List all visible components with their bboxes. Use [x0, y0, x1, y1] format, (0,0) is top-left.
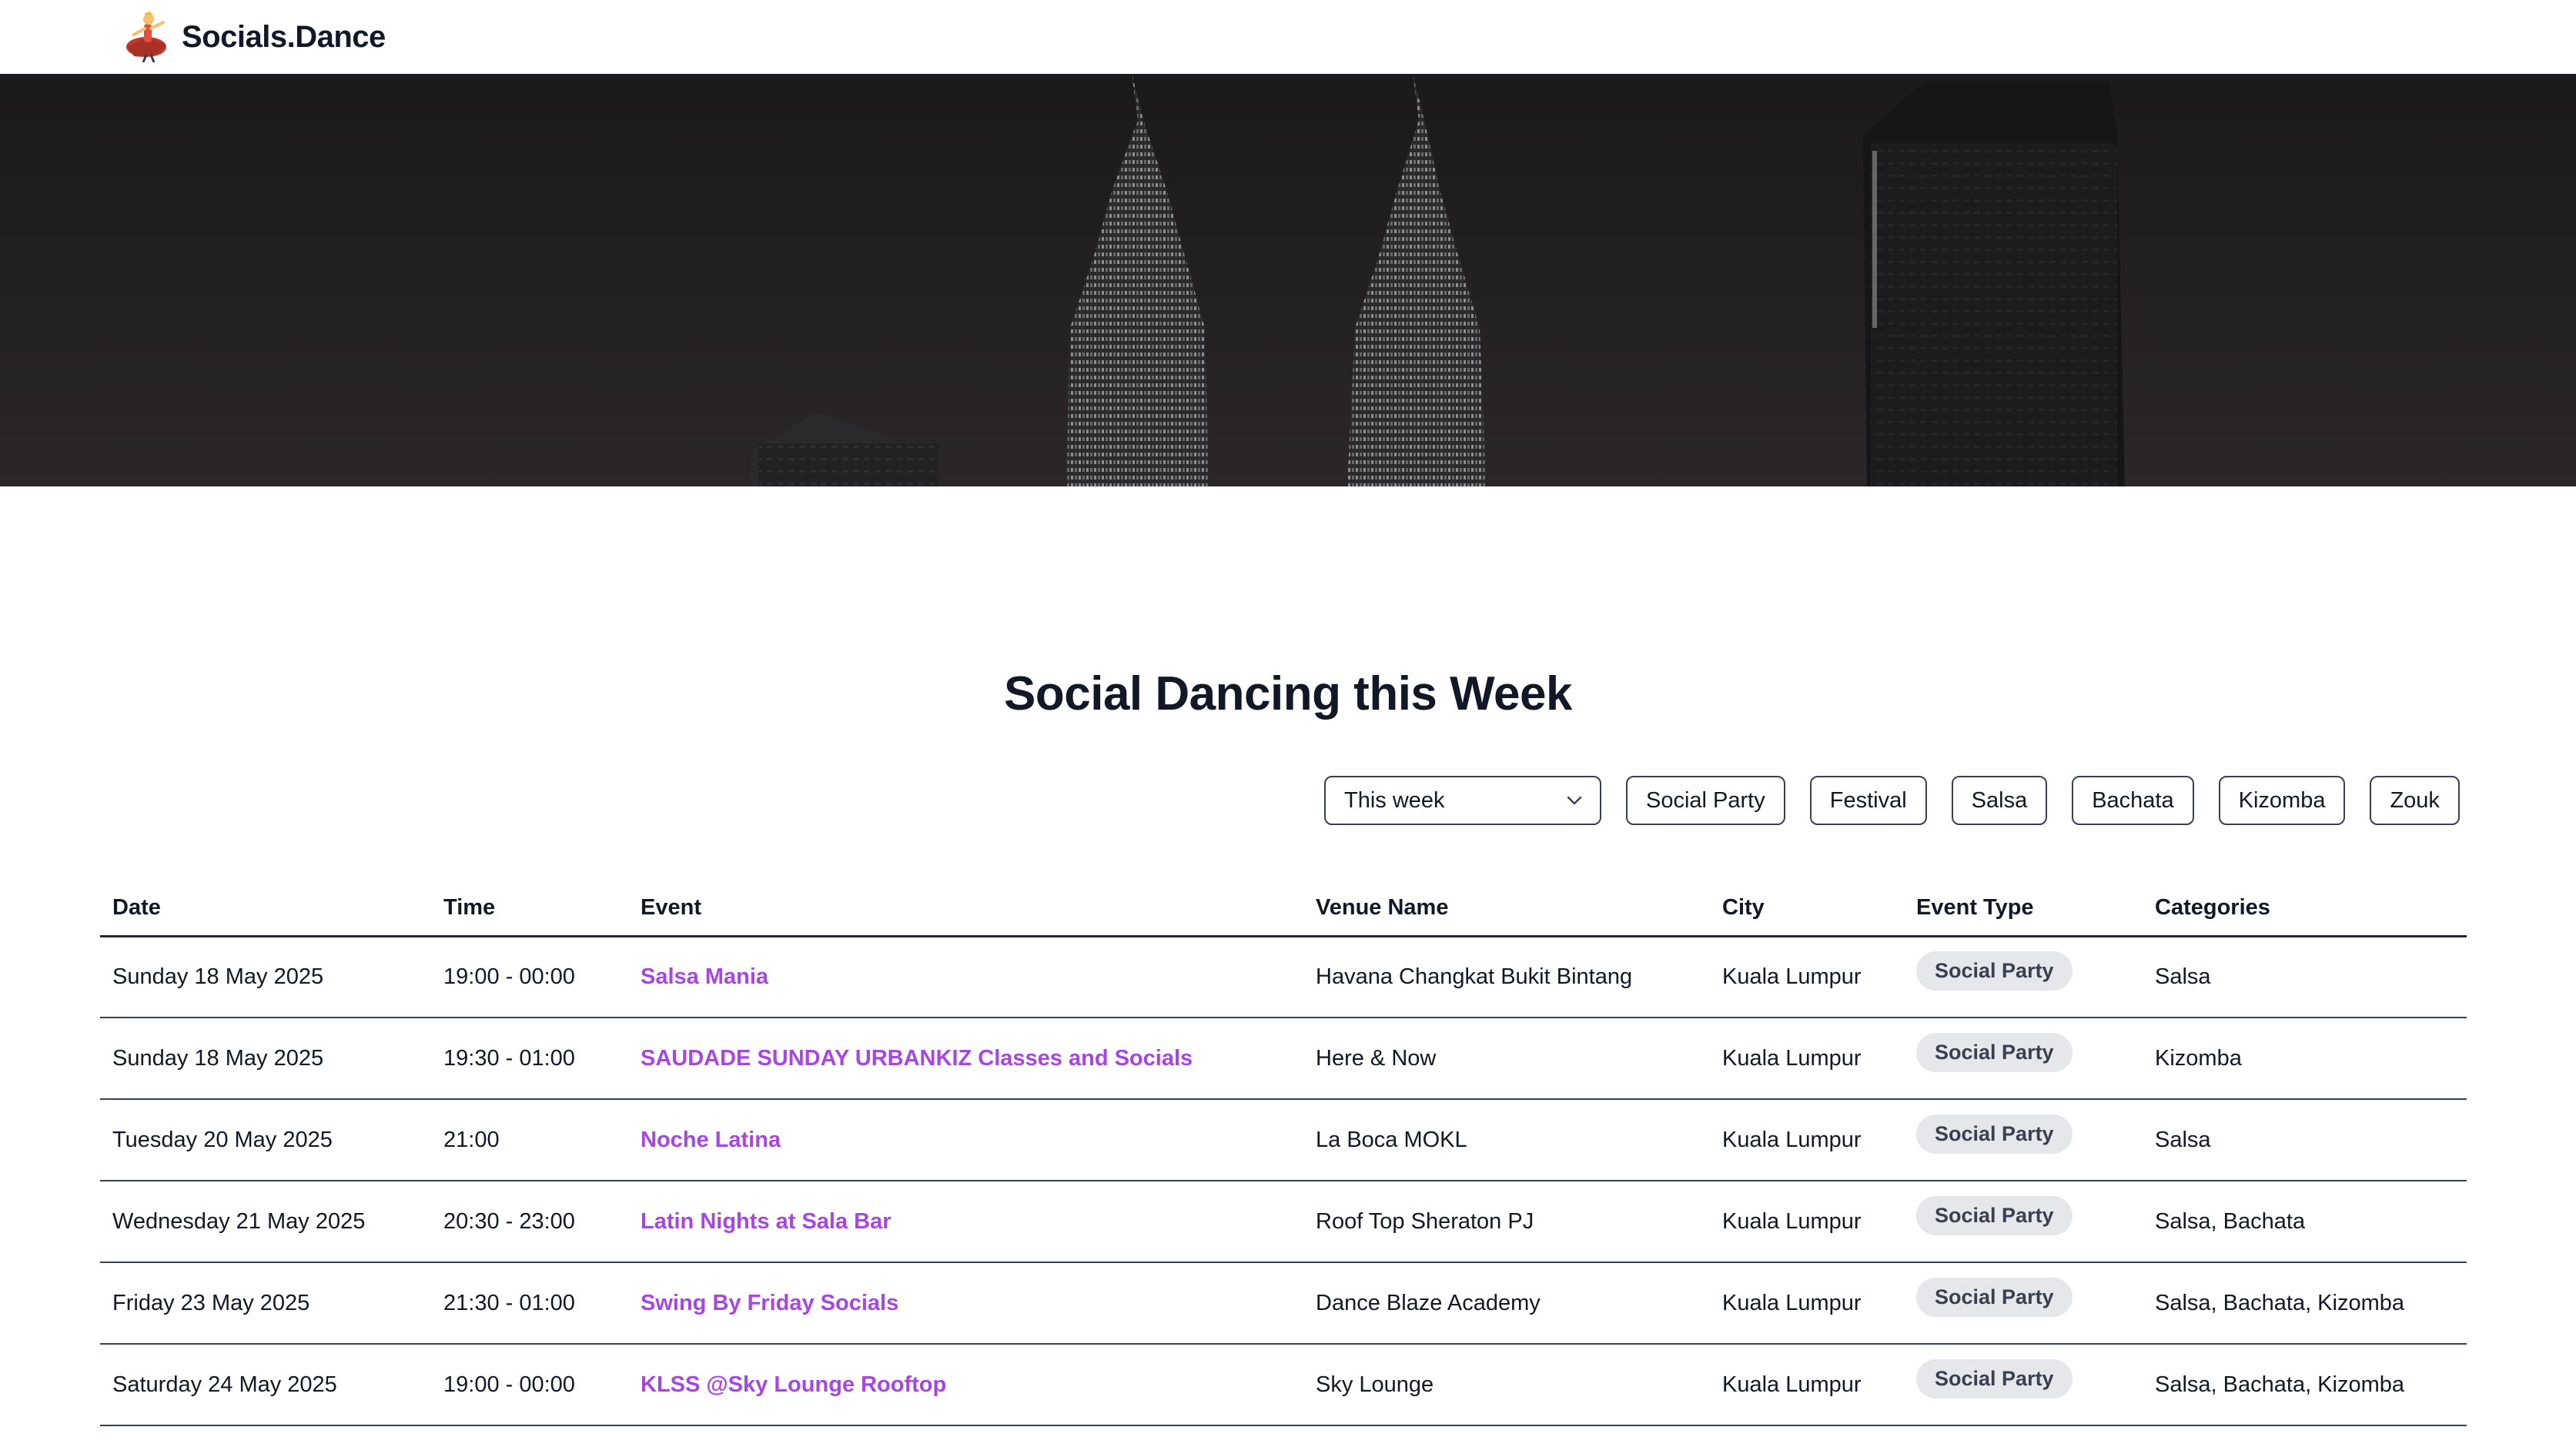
cell-date: Friday 23 May 2025 — [100, 1262, 431, 1345]
column-header-event-type[interactable]: Event Type — [1904, 881, 2143, 937]
cell-date: Sunday 18 May 2025 — [100, 936, 431, 1018]
column-header-venue[interactable]: Venue Name — [1303, 881, 1710, 937]
cell-event-type: Social Party — [1904, 936, 2143, 1018]
events-table: Date Time Event Venue Name City Event Ty… — [100, 881, 2467, 1426]
column-header-city[interactable]: City — [1710, 881, 1904, 937]
cell-time: 21:00 — [431, 1099, 628, 1181]
filter-chip-salsa[interactable]: Salsa — [1951, 776, 2048, 825]
event-link[interactable]: KLSS @Sky Lounge Rooftop — [641, 1372, 946, 1397]
event-link[interactable]: Noche Latina — [641, 1128, 781, 1152]
cell-event-type: Social Party — [1904, 1262, 2143, 1345]
cell-event-type: Social Party — [1904, 1099, 2143, 1181]
filter-bar: This week Social Party Festival Salsa Ba… — [1324, 776, 2460, 825]
period-select-value: This week — [1344, 787, 1445, 813]
column-header-time[interactable]: Time — [431, 881, 628, 937]
cell-venue: Sky Lounge — [1303, 1344, 1710, 1426]
skyline-illustration — [0, 74, 2576, 486]
cell-categories: Salsa, Bachata, Kizomba — [2143, 1344, 2467, 1426]
filter-chip-zouk[interactable]: Zouk — [2370, 776, 2460, 825]
event-type-badge: Social Party — [1916, 951, 2073, 991]
column-header-categories[interactable]: Categories — [2143, 881, 2467, 937]
table-header-row: Date Time Event Venue Name City Event Ty… — [100, 881, 2467, 937]
cell-event-type: Social Party — [1904, 1344, 2143, 1426]
cell-categories: Kizomba — [2143, 1018, 2467, 1100]
event-type-badge: Social Party — [1916, 1277, 2073, 1317]
column-header-date[interactable]: Date — [100, 881, 431, 937]
cell-time: 19:00 - 00:00 — [431, 936, 628, 1018]
cell-time: 19:00 - 00:00 — [431, 1344, 628, 1426]
table-row: Saturday 24 May 2025 19:00 - 00:00 KLSS … — [100, 1344, 2467, 1426]
cell-venue: Havana Changkat Bukit Bintang — [1303, 936, 1710, 1018]
cell-event-type: Social Party — [1904, 1181, 2143, 1263]
top-navbar: Socials.Dance — [0, 0, 2576, 74]
event-link[interactable]: Latin Nights at Sala Bar — [641, 1209, 892, 1234]
page-title: Social Dancing this Week — [1004, 667, 1572, 720]
cell-categories: Salsa, Bachata, Kizomba — [2143, 1262, 2467, 1345]
cell-time: 19:30 - 01:00 — [431, 1018, 628, 1100]
cell-city: Kuala Lumpur — [1710, 1018, 1904, 1100]
cell-venue: Dance Blaze Academy — [1303, 1262, 1710, 1345]
cell-categories: Salsa — [2143, 936, 2467, 1018]
cell-city: Kuala Lumpur — [1710, 1181, 1904, 1263]
filter-chip-bachata[interactable]: Bachata — [2072, 776, 2194, 825]
cell-event: Noche Latina — [628, 1099, 1303, 1181]
table-row: Sunday 18 May 2025 19:00 - 00:00 Salsa M… — [100, 936, 2467, 1018]
table-row: Friday 23 May 2025 21:30 - 01:00 Swing B… — [100, 1262, 2467, 1345]
cell-time: 20:30 - 23:00 — [431, 1181, 628, 1263]
cell-city: Kuala Lumpur — [1710, 1099, 1904, 1181]
city-skyline-night-image — [0, 74, 2576, 486]
dancer-logo-icon — [126, 12, 166, 62]
cell-venue: La Boca MOKL — [1303, 1099, 1710, 1181]
event-type-badge: Social Party — [1916, 1114, 2073, 1154]
cell-city: Kuala Lumpur — [1710, 936, 1904, 1018]
table-row: Wednesday 21 May 2025 20:30 - 23:00 Lati… — [100, 1181, 2467, 1263]
event-type-badge: Social Party — [1916, 1358, 2073, 1399]
filter-chip-social-party[interactable]: Social Party — [1626, 776, 1785, 825]
cell-categories: Salsa — [2143, 1099, 2467, 1181]
cell-time: 21:30 - 01:00 — [431, 1262, 628, 1345]
cell-city: Kuala Lumpur — [1710, 1262, 1904, 1345]
cell-venue: Roof Top Sheraton PJ — [1303, 1181, 1710, 1263]
cell-event: SAUDADE SUNDAY URBANKIZ Classes and Soci… — [628, 1018, 1303, 1100]
filter-chip-kizomba[interactable]: Kizomba — [2218, 776, 2346, 825]
chevron-down-icon — [1567, 796, 1582, 805]
cell-categories: Salsa, Bachata — [2143, 1181, 2467, 1263]
cell-event-type: Social Party — [1904, 1018, 2143, 1100]
event-link[interactable]: SAUDADE SUNDAY URBANKIZ Classes and Soci… — [641, 1046, 1193, 1071]
brand-home-link[interactable]: Socials.Dance — [123, 8, 386, 66]
column-header-event[interactable]: Event — [628, 881, 1303, 937]
cell-event: Salsa Mania — [628, 936, 1303, 1018]
event-link[interactable]: Salsa Mania — [641, 964, 768, 989]
filter-chip-festival[interactable]: Festival — [1809, 776, 1927, 825]
period-select[interactable]: This week — [1324, 776, 1601, 825]
cell-event: Swing By Friday Socials — [628, 1262, 1303, 1345]
cell-city: Kuala Lumpur — [1710, 1344, 1904, 1426]
event-link[interactable]: Swing By Friday Socials — [641, 1291, 898, 1315]
cell-event: Latin Nights at Sala Bar — [628, 1181, 1303, 1263]
event-type-badge: Social Party — [1916, 1195, 2073, 1235]
cell-date: Tuesday 20 May 2025 — [100, 1099, 431, 1181]
brand-name: Socials.Dance — [182, 19, 386, 54]
table-row: Tuesday 20 May 2025 21:00 Noche Latina L… — [100, 1099, 2467, 1181]
cell-date: Wednesday 21 May 2025 — [100, 1181, 431, 1263]
cell-event: KLSS @Sky Lounge Rooftop — [628, 1344, 1303, 1426]
table-row: Sunday 18 May 2025 19:30 - 01:00 SAUDADE… — [100, 1018, 2467, 1100]
cell-venue: Here & Now — [1303, 1018, 1710, 1100]
events-table-container: Date Time Event Venue Name City Event Ty… — [100, 881, 2467, 1426]
cell-date: Sunday 18 May 2025 — [100, 1018, 431, 1100]
event-type-badge: Social Party — [1916, 1032, 2073, 1072]
cell-date: Saturday 24 May 2025 — [100, 1344, 431, 1426]
